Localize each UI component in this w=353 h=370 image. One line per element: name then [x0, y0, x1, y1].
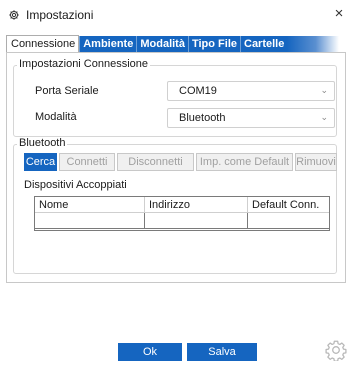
connection-settings-group: Impostazioni Connessione Porta Seriale C… — [13, 58, 337, 137]
tab-connessione[interactable]: Connessione — [6, 35, 80, 52]
tab-cartelle[interactable]: Cartelle — [240, 36, 288, 52]
bluetooth-group: Bluetooth Cerca Connetti Disconnetti Imp… — [13, 137, 337, 274]
chevron-down-icon: ⌄ — [320, 85, 328, 95]
serial-port-value: COM19 — [179, 85, 217, 97]
close-icon: × — [334, 5, 344, 22]
disconnect-button[interactable]: Disconnetti — [117, 153, 194, 171]
mode-value: Bluetooth — [179, 112, 226, 124]
serial-port-label: Porta Seriale — [35, 85, 99, 97]
title-bar: Impostazioni × — [0, 0, 353, 30]
paired-devices-table[interactable]: Nome Indirizzo Default Conn. — [34, 196, 330, 231]
column-header-address[interactable]: Indirizzo — [145, 197, 248, 213]
tab-tipo-file[interactable]: Tipo File — [187, 36, 240, 52]
tab-panel-connessione: Impostazioni Connessione Porta Seriale C… — [6, 52, 346, 283]
search-button[interactable]: Cerca — [24, 153, 57, 171]
window-title: Impostazioni — [26, 8, 94, 22]
chevron-down-icon: ⌄ — [320, 112, 328, 122]
table-cell — [145, 213, 248, 229]
paired-devices-title: Dispositivi Accoppiati — [24, 179, 127, 191]
bluetooth-group-title: Bluetooth — [17, 137, 68, 150]
ok-button[interactable]: Ok — [118, 343, 182, 361]
gear-icon — [9, 10, 19, 20]
connect-button[interactable]: Connetti — [59, 153, 115, 171]
set-default-button[interactable]: Imp. come Default — [196, 153, 293, 171]
serial-port-select[interactable]: COM19 ⌄ — [167, 81, 335, 101]
mode-select[interactable]: Bluetooth ⌄ — [167, 108, 335, 128]
table-header: Nome Indirizzo Default Conn. — [35, 197, 329, 213]
table-cell — [248, 213, 331, 229]
tab-modalita[interactable]: Modalità — [136, 36, 188, 52]
gear-icon[interactable] — [325, 339, 347, 361]
close-button[interactable]: × — [329, 3, 349, 25]
connection-group-title: Impostazioni Connessione — [17, 58, 151, 71]
save-button[interactable]: Salva — [187, 343, 257, 361]
table-row[interactable] — [35, 213, 329, 229]
column-header-name[interactable]: Nome — [35, 197, 145, 213]
column-header-default-conn[interactable]: Default Conn. — [248, 197, 331, 213]
mode-label: Modalità — [35, 111, 77, 123]
tab-bar: Connessione Ambiente Modalità Tipo File … — [6, 35, 340, 52]
tab-ambiente[interactable]: Ambiente — [79, 36, 137, 52]
tab-bar-fill — [287, 36, 340, 52]
remove-button[interactable]: Rimuovi — [295, 153, 337, 171]
table-cell — [35, 213, 145, 229]
